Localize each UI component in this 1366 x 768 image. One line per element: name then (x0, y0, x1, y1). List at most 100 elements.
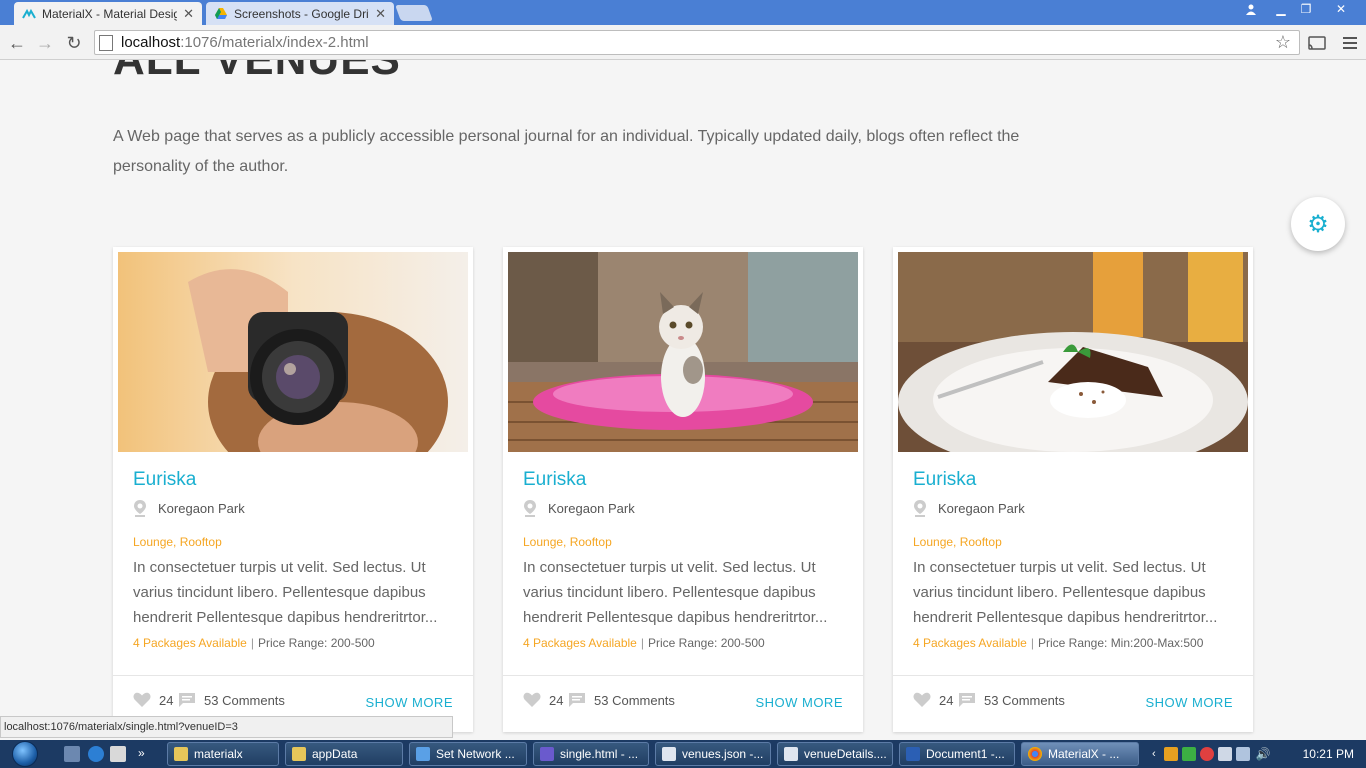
tray-security-icon[interactable] (1199, 747, 1214, 761)
location-pin-icon (134, 500, 146, 517)
show-desktop-icon[interactable] (64, 746, 80, 762)
comments[interactable]: 53 Comments (178, 692, 285, 708)
start-button[interactable] (6, 740, 44, 768)
taskbar-item-appdata[interactable]: appData (285, 742, 403, 766)
menu-icon[interactable] (1339, 32, 1361, 54)
status-url-bar: localhost:1076/materialx/single.html?ven… (0, 716, 453, 738)
venue-tags[interactable]: Lounge, Rooftop (523, 535, 612, 549)
venue-location: Koregaon Park (913, 499, 1025, 517)
comments[interactable]: 53 Comments (958, 692, 1065, 708)
show-more-button[interactable]: SHOW MORE (1145, 695, 1233, 710)
address-bar[interactable]: localhost:1076/materialx/index-2.html ☆ (94, 30, 1300, 55)
explorer-icon[interactable] (110, 746, 126, 762)
url-path: :1076/materialx/index-2.html (180, 34, 369, 51)
taskbar-item-materialx[interactable]: materialx (167, 742, 279, 766)
venue-description: In consectetuer turpis ut velit. Sed lec… (913, 559, 1218, 626)
tab-materialx[interactable]: MaterialX - Material Desig ✕ (14, 2, 202, 25)
tab-google-drive[interactable]: Screenshots - Google Driv ✕ (206, 2, 394, 25)
minimize-icon[interactable]: ▁ (1268, 0, 1294, 18)
taskbar-label: venues.json -... (682, 747, 764, 761)
venue-card: Euriska Koregaon Park Lounge, Rooftop In… (503, 247, 863, 732)
cast-icon[interactable] (1306, 32, 1328, 54)
packages-available[interactable]: 4 Packages Available (523, 636, 637, 650)
comment-icon (569, 693, 585, 707)
venue-image-photographer[interactable] (118, 252, 468, 452)
card-footer: 24 53 Comments SHOW MORE (893, 675, 1253, 732)
comments[interactable]: 53 Comments (568, 692, 675, 708)
location-text: Koregaon Park (158, 500, 245, 516)
taskbar-label: venueDetails.... (804, 747, 887, 761)
page-content: ALL VENUES A Web page that serves as a p… (0, 60, 1366, 740)
taskbar-item-chrome[interactable]: MaterialX - ... (1021, 742, 1139, 766)
settings-button[interactable]: ⚙ (1291, 197, 1345, 251)
venue-image-kitten[interactable] (508, 252, 858, 452)
venue-name[interactable]: Euriska (913, 469, 976, 491)
taskbar-item-document1[interactable]: Document1 -... (899, 742, 1015, 766)
likes[interactable]: 24 (133, 692, 173, 708)
tray-device-icon[interactable] (1217, 747, 1232, 761)
materialx-favicon-icon (22, 8, 36, 18)
likes[interactable]: 24 (523, 692, 563, 708)
forward-icon[interactable]: → (34, 32, 56, 54)
taskbar-label: Document1 -... (926, 747, 1005, 761)
packages-available[interactable]: 4 Packages Available (913, 636, 1027, 650)
taskbar-label: materialx (194, 747, 243, 761)
taskbar-item-network[interactable]: Set Network ... (409, 742, 527, 766)
show-more-button[interactable]: SHOW MORE (755, 695, 843, 710)
taskbar-item-venues-json[interactable]: venues.json -... (655, 742, 771, 766)
chrome-icon (1028, 747, 1042, 761)
venue-tags[interactable]: Lounge, Rooftop (913, 535, 1002, 549)
venue-name[interactable]: Euriska (523, 469, 586, 491)
windows-taskbar: » materialx appData Set Network ... sing… (0, 740, 1366, 768)
taskbar-label: single.html - ... (560, 747, 639, 761)
tray-app-icon[interactable] (1181, 747, 1196, 761)
page-icon (99, 34, 113, 51)
tray-expand-icon[interactable]: ‹ (1152, 748, 1156, 760)
heart-icon (523, 692, 541, 707)
word-icon (906, 747, 920, 761)
venue-description: In consectetuer turpis ut velit. Sed lec… (523, 559, 828, 626)
venue-location: Koregaon Park (523, 499, 635, 517)
tab-title: Screenshots - Google Driv (234, 6, 370, 21)
taskbar-item-single-html[interactable]: single.html - ... (533, 742, 649, 766)
back-icon[interactable]: ← (6, 32, 28, 54)
taskbar-label: Set Network ... (436, 747, 515, 761)
taskbar-item-venuedetails[interactable]: venueDetails.... (777, 742, 893, 766)
reload-icon[interactable]: ↻ (63, 32, 85, 54)
comment-icon (179, 693, 195, 707)
packages-available[interactable]: 4 Packages Available (133, 636, 247, 650)
restore-icon[interactable]: ❐ (1293, 0, 1319, 18)
network-status-icon[interactable] (1235, 747, 1250, 761)
show-more-button[interactable]: SHOW MORE (365, 695, 453, 710)
volume-icon[interactable]: 🔊 (1256, 747, 1271, 761)
bookmark-star-icon[interactable]: ☆ (1275, 32, 1291, 53)
more-quicklaunch-icon[interactable]: » (138, 746, 154, 762)
folder-icon (292, 747, 306, 761)
divider: | (1030, 636, 1034, 650)
taskbar-clock[interactable]: 10:21 PM (1303, 747, 1354, 761)
internet-explorer-icon[interactable] (88, 746, 104, 762)
likes[interactable]: 24 (913, 692, 953, 708)
venue-image-cake[interactable] (898, 252, 1248, 452)
price-range: Price Range: Min:200-Max:500 (1037, 636, 1204, 650)
venue-card: Euriska Koregaon Park Lounge, Rooftop In… (893, 247, 1253, 732)
gear-icon: ⚙ (1307, 210, 1329, 238)
tray-app-icon[interactable] (1163, 747, 1178, 761)
close-tab-icon[interactable]: ✕ (375, 6, 386, 22)
taskbar-label: MaterialX - ... (1048, 747, 1120, 761)
close-tab-icon[interactable]: ✕ (183, 6, 194, 22)
venue-meta: 4 Packages Available | Price Range: Min:20… (913, 636, 1203, 650)
new-tab-button[interactable] (395, 5, 433, 21)
location-text: Koregaon Park (938, 500, 1025, 516)
likes-count: 24 (939, 692, 954, 708)
venue-tags[interactable]: Lounge, Rooftop (133, 535, 222, 549)
browser-toolbar: ← → ↻ localhost:1076/materialx/index-2.h… (0, 25, 1366, 60)
likes-count: 24 (549, 692, 564, 708)
notepad-icon (662, 747, 676, 761)
folder-icon (174, 747, 188, 761)
notepad-icon (784, 747, 798, 761)
venue-name[interactable]: Euriska (133, 469, 196, 491)
venue-description: In consectetuer turpis ut velit. Sed lec… (133, 559, 438, 626)
close-window-icon[interactable]: ✕ (1326, 0, 1356, 18)
user-icon[interactable] (1238, 0, 1264, 18)
